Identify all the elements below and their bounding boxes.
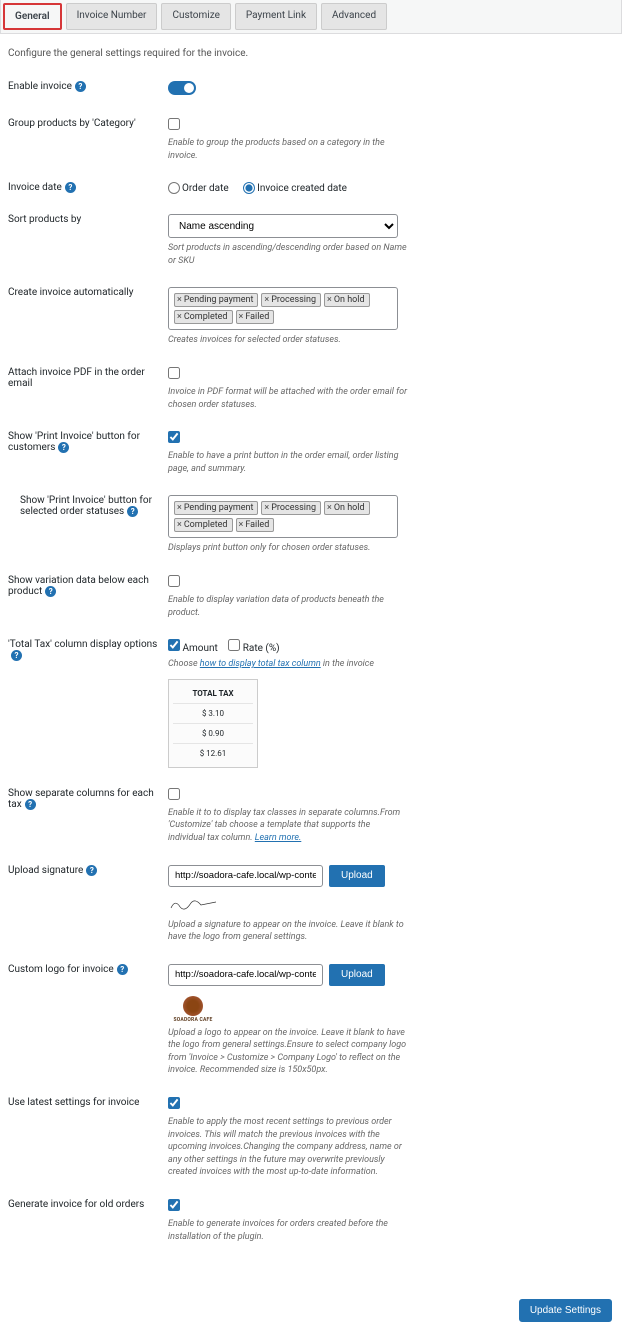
signature-preview — [168, 895, 614, 915]
group-products-label: Group products by 'Category' — [8, 118, 136, 129]
help-icon[interactable]: ? — [45, 586, 56, 597]
attach-pdf-label: Attach invoice PDF in the order email — [8, 367, 145, 389]
print-status-tagbox[interactable]: ×Pending payment ×Processing ×On hold ×C… — [168, 495, 398, 538]
help-icon[interactable]: ? — [58, 442, 69, 453]
logo-text: SOADORA CAFE — [174, 1017, 213, 1023]
close-icon[interactable]: × — [239, 520, 244, 530]
amount-checkbox[interactable] — [168, 639, 180, 651]
close-icon[interactable]: × — [177, 312, 182, 322]
old-orders-checkbox[interactable] — [168, 1199, 180, 1211]
order-date-label: Order date — [182, 183, 229, 194]
tax-preview-table: TOTAL TAX $ 3.10 $ 0.90 $ 12.61 — [168, 679, 258, 768]
sort-products-select[interactable]: Name ascending — [168, 214, 398, 238]
amount-label: Amount — [182, 643, 217, 654]
tax-row: $ 3.10 — [173, 704, 253, 724]
tab-payment-link[interactable]: Payment Link — [235, 3, 317, 30]
tag-processing[interactable]: ×Processing — [261, 293, 321, 307]
logo-image — [183, 996, 203, 1016]
logo-label: Custom logo for invoice — [8, 964, 114, 975]
variation-desc: Enable to display variation data of prod… — [168, 594, 408, 619]
print-status-desc: Displays print button only for chosen or… — [168, 542, 408, 555]
tax-row: $ 12.61 — [173, 744, 253, 763]
tag-failed[interactable]: ×Failed — [236, 518, 275, 532]
intro-text: Configure the general settings required … — [8, 48, 614, 59]
close-icon[interactable]: × — [177, 520, 182, 530]
help-icon[interactable]: ? — [25, 799, 36, 810]
close-icon[interactable]: × — [264, 295, 269, 305]
tab-advanced[interactable]: Advanced — [321, 3, 387, 30]
close-icon[interactable]: × — [177, 503, 182, 513]
signature-upload-button[interactable]: Upload — [329, 865, 385, 887]
close-icon[interactable]: × — [327, 295, 332, 305]
total-tax-label: 'Total Tax' column display options — [8, 639, 157, 650]
print-button-checkbox[interactable] — [168, 431, 180, 443]
close-icon[interactable]: × — [177, 295, 182, 305]
create-auto-label: Create invoice automatically — [8, 287, 134, 298]
tabs-nav: General Invoice Number Customize Payment… — [0, 0, 622, 34]
tag-completed[interactable]: ×Completed — [174, 518, 233, 532]
tag-completed[interactable]: ×Completed — [174, 310, 233, 324]
tab-invoice-number[interactable]: Invoice Number — [66, 3, 158, 30]
print-button-desc: Enable to have a print button in the ord… — [168, 450, 408, 475]
logo-preview: SOADORA CAFE — [168, 996, 218, 1023]
auto-desc: Creates invoices for selected order stat… — [168, 334, 408, 347]
old-orders-desc: Enable to generate invoices for orders c… — [168, 1218, 408, 1243]
tag-pending[interactable]: ×Pending payment — [174, 501, 258, 515]
enable-invoice-toggle[interactable] — [168, 81, 196, 95]
latest-settings-desc: Enable to apply the most recent settings… — [168, 1116, 408, 1179]
tax-table-header: TOTAL TAX — [173, 684, 253, 704]
logo-desc: Upload a logo to appear on the invoice. … — [168, 1027, 408, 1077]
sep-tax-desc: Enable it to to display tax classes in s… — [168, 807, 408, 845]
signature-url-input[interactable] — [168, 865, 323, 887]
print-button-label: Show 'Print Invoice' button for customer… — [8, 431, 140, 453]
tag-onhold[interactable]: ×On hold — [324, 293, 370, 307]
help-icon[interactable]: ? — [65, 182, 76, 193]
rate-checkbox[interactable] — [228, 639, 240, 651]
attach-pdf-checkbox[interactable] — [168, 367, 180, 379]
tag-onhold[interactable]: ×On hold — [324, 501, 370, 515]
variation-checkbox[interactable] — [168, 575, 180, 587]
help-icon[interactable]: ? — [127, 506, 138, 517]
close-icon[interactable]: × — [239, 312, 244, 322]
update-settings-button[interactable]: Update Settings — [519, 1299, 612, 1322]
help-icon[interactable]: ? — [11, 650, 22, 661]
close-icon[interactable]: × — [327, 503, 332, 513]
latest-settings-checkbox[interactable] — [168, 1097, 180, 1109]
enable-invoice-label: Enable invoice — [8, 81, 72, 92]
signature-label: Upload signature — [8, 865, 83, 876]
signature-desc: Upload a signature to appear on the invo… — [168, 919, 408, 944]
rate-label: Rate (%) — [243, 643, 280, 654]
tax-display-link[interactable]: how to display total tax column — [200, 659, 321, 669]
latest-settings-label: Use latest settings for invoice — [8, 1097, 139, 1108]
sort-products-desc: Sort products in ascending/descending or… — [168, 242, 408, 267]
close-icon[interactable]: × — [264, 503, 269, 513]
group-products-desc: Enable to group the products based on a … — [168, 137, 408, 162]
invoice-date-label: Invoice date — [8, 182, 62, 193]
logo-url-input[interactable] — [168, 964, 323, 986]
tag-processing[interactable]: ×Processing — [261, 501, 321, 515]
learn-more-link[interactable]: Learn more. — [255, 833, 302, 843]
tab-general[interactable]: General — [3, 3, 62, 30]
tag-failed[interactable]: ×Failed — [236, 310, 275, 324]
old-orders-label: Generate invoice for old orders — [8, 1199, 144, 1210]
sort-products-label: Sort products by — [8, 214, 81, 225]
group-products-checkbox[interactable] — [168, 118, 180, 130]
sep-tax-checkbox[interactable] — [168, 788, 180, 800]
attach-pdf-desc: Invoice in PDF format will be attached w… — [168, 386, 408, 411]
help-icon[interactable]: ? — [75, 81, 86, 92]
invoice-created-date-radio[interactable] — [243, 182, 255, 194]
total-tax-desc: Choose how to display total tax column i… — [168, 658, 408, 671]
tab-customize[interactable]: Customize — [161, 3, 230, 30]
logo-upload-button[interactable]: Upload — [329, 964, 385, 986]
auto-status-tagbox[interactable]: ×Pending payment ×Processing ×On hold ×C… — [168, 287, 398, 330]
help-icon[interactable]: ? — [86, 865, 97, 876]
order-date-radio[interactable] — [168, 182, 180, 194]
invoice-created-date-label: Invoice created date — [257, 183, 347, 194]
variation-label: Show variation data below each product — [8, 575, 149, 597]
tax-row: $ 0.90 — [173, 724, 253, 744]
help-icon[interactable]: ? — [117, 964, 128, 975]
tag-pending[interactable]: ×Pending payment — [174, 293, 258, 307]
